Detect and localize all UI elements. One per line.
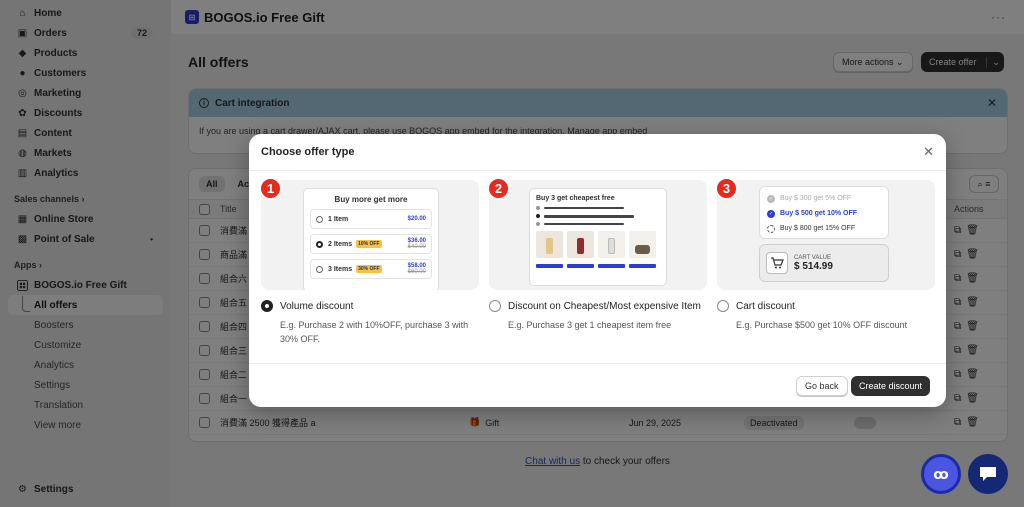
radio-cart-discount[interactable] bbox=[717, 300, 729, 312]
option-cart-discount[interactable]: ✓ Buy $ 300 get 5% OFF ✓ Buy $ 500 get 1… bbox=[715, 177, 935, 332]
cart-value-card: CART VALUE $ 514.99 bbox=[759, 244, 889, 282]
cart-icon bbox=[766, 252, 788, 274]
product-image bbox=[598, 231, 625, 258]
option-volume-discount[interactable]: Buy more get more 1 Item $20.00 2 Items 10%… bbox=[259, 177, 479, 346]
step-badge: 1 bbox=[259, 177, 282, 200]
option-description: E.g. Purchase 3 get 1 cheapest item free bbox=[508, 320, 672, 330]
product-image bbox=[567, 231, 594, 258]
option-label: Discount on Cheapest/Most expensive Item bbox=[508, 300, 701, 312]
close-icon[interactable]: ✕ bbox=[923, 144, 934, 160]
cheapest-item-illustration: Buy 3 get cheapest free bbox=[489, 180, 707, 290]
app-assistant-icon[interactable]: ꝏ bbox=[921, 454, 961, 494]
quantity-option: 3 Items 30% OFF $58.00 $60.00 bbox=[310, 259, 432, 279]
check-icon: ✓ bbox=[767, 194, 775, 203]
tier-row: ✓ Buy $ 300 get 5% OFF bbox=[767, 194, 852, 203]
price: $20.00 bbox=[407, 216, 426, 222]
go-back-button[interactable]: Go back bbox=[796, 376, 848, 396]
chat-bubble-icon[interactable] bbox=[968, 454, 1008, 494]
step-badge: 3 bbox=[715, 177, 738, 200]
quantity-radio bbox=[316, 265, 323, 273]
cart-discount-illustration: ✓ Buy $ 300 get 5% OFF ✓ Buy $ 500 get 1… bbox=[717, 180, 935, 290]
quantity-radio bbox=[316, 215, 323, 223]
volume-discount-illustration: Buy more get more 1 Item $20.00 2 Items 10%… bbox=[261, 180, 479, 290]
tier-row: Buy $ 800 get 15% OFF bbox=[767, 221, 881, 236]
option-description: E.g. Purchase 2 with 10%OFF, purchase 3 … bbox=[280, 320, 469, 344]
option-label: Cart discount bbox=[736, 300, 795, 312]
radio-volume-discount[interactable] bbox=[261, 300, 273, 312]
create-discount-button[interactable]: Create discount bbox=[851, 376, 931, 396]
check-icon: ✓ bbox=[767, 209, 775, 218]
pending-icon bbox=[767, 224, 775, 233]
buy3-card: Buy 3 get cheapest free bbox=[529, 188, 667, 286]
discount-tag: 30% OFF bbox=[356, 265, 382, 273]
tier-card: ✓ Buy $ 300 get 5% OFF ✓ Buy $ 500 get 1… bbox=[759, 186, 889, 239]
option-description: E.g. Purchase $500 get 10% OFF discount bbox=[736, 320, 908, 330]
modal-title: Choose offer type bbox=[261, 146, 355, 158]
discount-tag: 10% OFF bbox=[356, 240, 382, 248]
price: $58.00 $60.00 bbox=[407, 263, 426, 275]
quantity-option: 2 Items 10% OFF $36.00 $40.00 bbox=[310, 234, 432, 254]
choose-offer-modal: Choose offer type ✕ Buy more get more 1 … bbox=[249, 134, 946, 407]
modal-footer: Go back Create discount bbox=[249, 363, 946, 407]
buy-more-card: Buy more get more 1 Item $20.00 2 Items 10%… bbox=[303, 188, 439, 290]
quantity-option: 1 Item $20.00 bbox=[310, 209, 432, 229]
product-thumbnails bbox=[536, 231, 660, 258]
price: $36.00 $40.00 bbox=[407, 238, 426, 250]
product-image bbox=[536, 231, 563, 258]
tier-row: ✓ Buy $ 500 get 10% OFF bbox=[767, 209, 858, 218]
option-cheapest-item[interactable]: Buy 3 get cheapest free 2 Discount on Ch… bbox=[487, 177, 707, 332]
option-label: Volume discount bbox=[280, 300, 354, 312]
quantity-radio bbox=[316, 240, 323, 248]
step-badge: 2 bbox=[487, 177, 510, 200]
radio-cheapest-item[interactable] bbox=[489, 300, 501, 312]
product-image bbox=[629, 231, 656, 258]
